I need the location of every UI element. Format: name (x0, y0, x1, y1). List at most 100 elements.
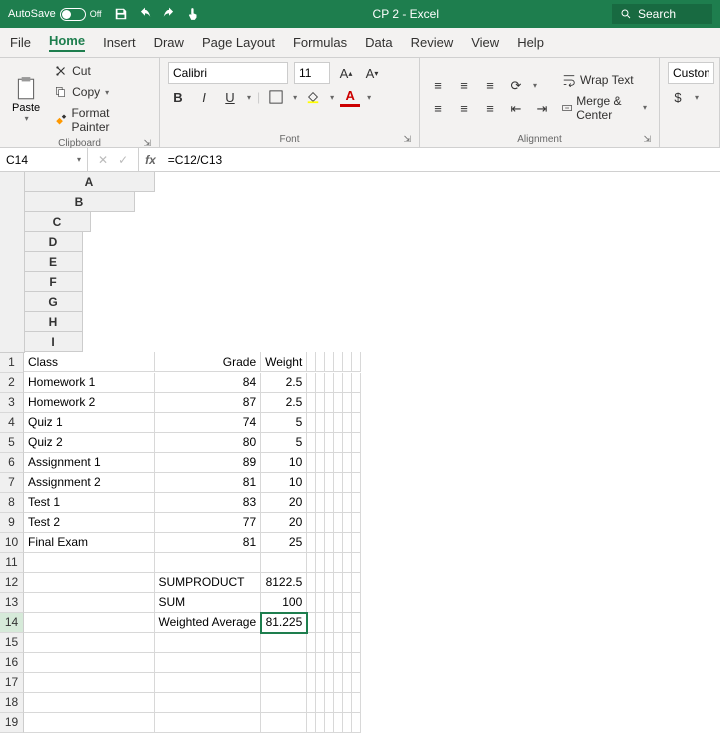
row-header[interactable]: 6 (0, 453, 24, 473)
cell-H4[interactable] (343, 413, 352, 433)
italic-button[interactable]: I (194, 87, 214, 107)
column-header-I[interactable]: I (25, 332, 83, 352)
cell-A7[interactable]: Assignment 2 (24, 473, 155, 493)
cell-I11[interactable] (352, 553, 361, 573)
cell-B1[interactable]: Grade (155, 352, 262, 372)
cell-E12[interactable] (316, 573, 325, 593)
cell-I17[interactable] (352, 673, 361, 693)
row-header[interactable]: 8 (0, 493, 24, 513)
cell-F10[interactable] (325, 533, 334, 553)
cell-G6[interactable] (334, 453, 343, 473)
increase-indent-icon[interactable]: ⇥ (532, 99, 552, 119)
cell-A6[interactable]: Assignment 1 (24, 453, 155, 473)
orientation-icon[interactable]: ⟳ (506, 76, 526, 96)
cell-B12[interactable]: SUMPRODUCT (155, 573, 262, 593)
autosave-toggle[interactable]: AutoSave Off (8, 8, 102, 21)
cell-G5[interactable] (334, 433, 343, 453)
cell-E11[interactable] (316, 553, 325, 573)
cell-H3[interactable] (343, 393, 352, 413)
cell-I19[interactable] (352, 713, 361, 733)
cell-H5[interactable] (343, 433, 352, 453)
column-header-H[interactable]: H (25, 312, 83, 332)
cell-I15[interactable] (352, 633, 361, 653)
cell-G4[interactable] (334, 413, 343, 433)
cell-I14[interactable] (352, 613, 361, 633)
cell-F15[interactable] (325, 633, 334, 653)
cell-C7[interactable]: 10 (261, 473, 307, 493)
align-center-icon[interactable]: ≡ (454, 99, 474, 119)
cell-D9[interactable] (307, 513, 316, 533)
cell-C17[interactable] (261, 673, 307, 693)
column-header-F[interactable]: F (25, 272, 83, 292)
row-header[interactable]: 15 (0, 633, 24, 653)
cell-I12[interactable] (352, 573, 361, 593)
formula-input[interactable]: =C12/C13 (162, 153, 720, 167)
cell-I9[interactable] (352, 513, 361, 533)
cut-button[interactable]: Cut (50, 62, 151, 80)
cell-G9[interactable] (334, 513, 343, 533)
column-header-G[interactable]: G (25, 292, 83, 312)
cell-G18[interactable] (334, 693, 343, 713)
cell-D12[interactable] (307, 573, 316, 593)
cell-E2[interactable] (316, 373, 325, 393)
cell-D1[interactable] (307, 352, 316, 372)
cell-F3[interactable] (325, 393, 334, 413)
cell-E1[interactable] (316, 352, 325, 372)
cell-A19[interactable] (24, 713, 155, 733)
cell-G14[interactable] (334, 613, 343, 633)
cell-H18[interactable] (343, 693, 352, 713)
cell-B18[interactable] (155, 693, 262, 713)
tab-data[interactable]: Data (365, 35, 392, 50)
row-header[interactable]: 19 (0, 713, 24, 733)
cell-B7[interactable]: 81 (155, 473, 262, 493)
tab-home[interactable]: Home (49, 33, 85, 52)
search-box[interactable]: Search (612, 4, 712, 24)
row-header[interactable]: 7 (0, 473, 24, 493)
cell-B16[interactable] (155, 653, 262, 673)
cell-E15[interactable] (316, 633, 325, 653)
decrease-font-icon[interactable]: A▾ (362, 63, 382, 83)
cell-F1[interactable] (325, 352, 334, 372)
redo-icon[interactable] (162, 7, 176, 21)
align-right-icon[interactable]: ≡ (480, 99, 500, 119)
copy-button[interactable]: Copy▾ (50, 83, 151, 101)
cell-A18[interactable] (24, 693, 155, 713)
undo-icon[interactable] (138, 7, 152, 21)
cell-A13[interactable] (24, 593, 155, 613)
cell-B10[interactable]: 81 (155, 533, 262, 553)
cell-E17[interactable] (316, 673, 325, 693)
cell-A14[interactable] (24, 613, 155, 633)
tab-formulas[interactable]: Formulas (293, 35, 347, 50)
cell-I5[interactable] (352, 433, 361, 453)
cell-F2[interactable] (325, 373, 334, 393)
cell-D8[interactable] (307, 493, 316, 513)
cell-I10[interactable] (352, 533, 361, 553)
cell-C8[interactable]: 20 (261, 493, 307, 513)
row-header[interactable]: 5 (0, 433, 24, 453)
cell-G3[interactable] (334, 393, 343, 413)
cell-H2[interactable] (343, 373, 352, 393)
row-header[interactable]: 12 (0, 573, 24, 593)
cell-B17[interactable] (155, 673, 262, 693)
cell-F14[interactable] (325, 613, 334, 633)
fill-color-button[interactable] (303, 87, 323, 107)
wrap-text-button[interactable]: Wrap Text (558, 71, 651, 89)
cell-C4[interactable]: 5 (261, 413, 307, 433)
tab-review[interactable]: Review (411, 35, 454, 50)
tab-page-layout[interactable]: Page Layout (202, 35, 275, 50)
cell-I3[interactable] (352, 393, 361, 413)
column-header-A[interactable]: A (25, 172, 155, 192)
bold-button[interactable]: B (168, 87, 188, 107)
select-all-corner[interactable] (0, 172, 24, 352)
cell-C14[interactable]: 81.225 (261, 613, 307, 633)
row-header[interactable]: 9 (0, 513, 24, 533)
cell-F9[interactable] (325, 513, 334, 533)
row-header[interactable]: 10 (0, 533, 24, 553)
tab-insert[interactable]: Insert (103, 35, 136, 50)
cell-H15[interactable] (343, 633, 352, 653)
cell-F16[interactable] (325, 653, 334, 673)
cell-A2[interactable]: Homework 1 (24, 373, 155, 393)
cell-I7[interactable] (352, 473, 361, 493)
cell-H17[interactable] (343, 673, 352, 693)
cell-A15[interactable] (24, 633, 155, 653)
